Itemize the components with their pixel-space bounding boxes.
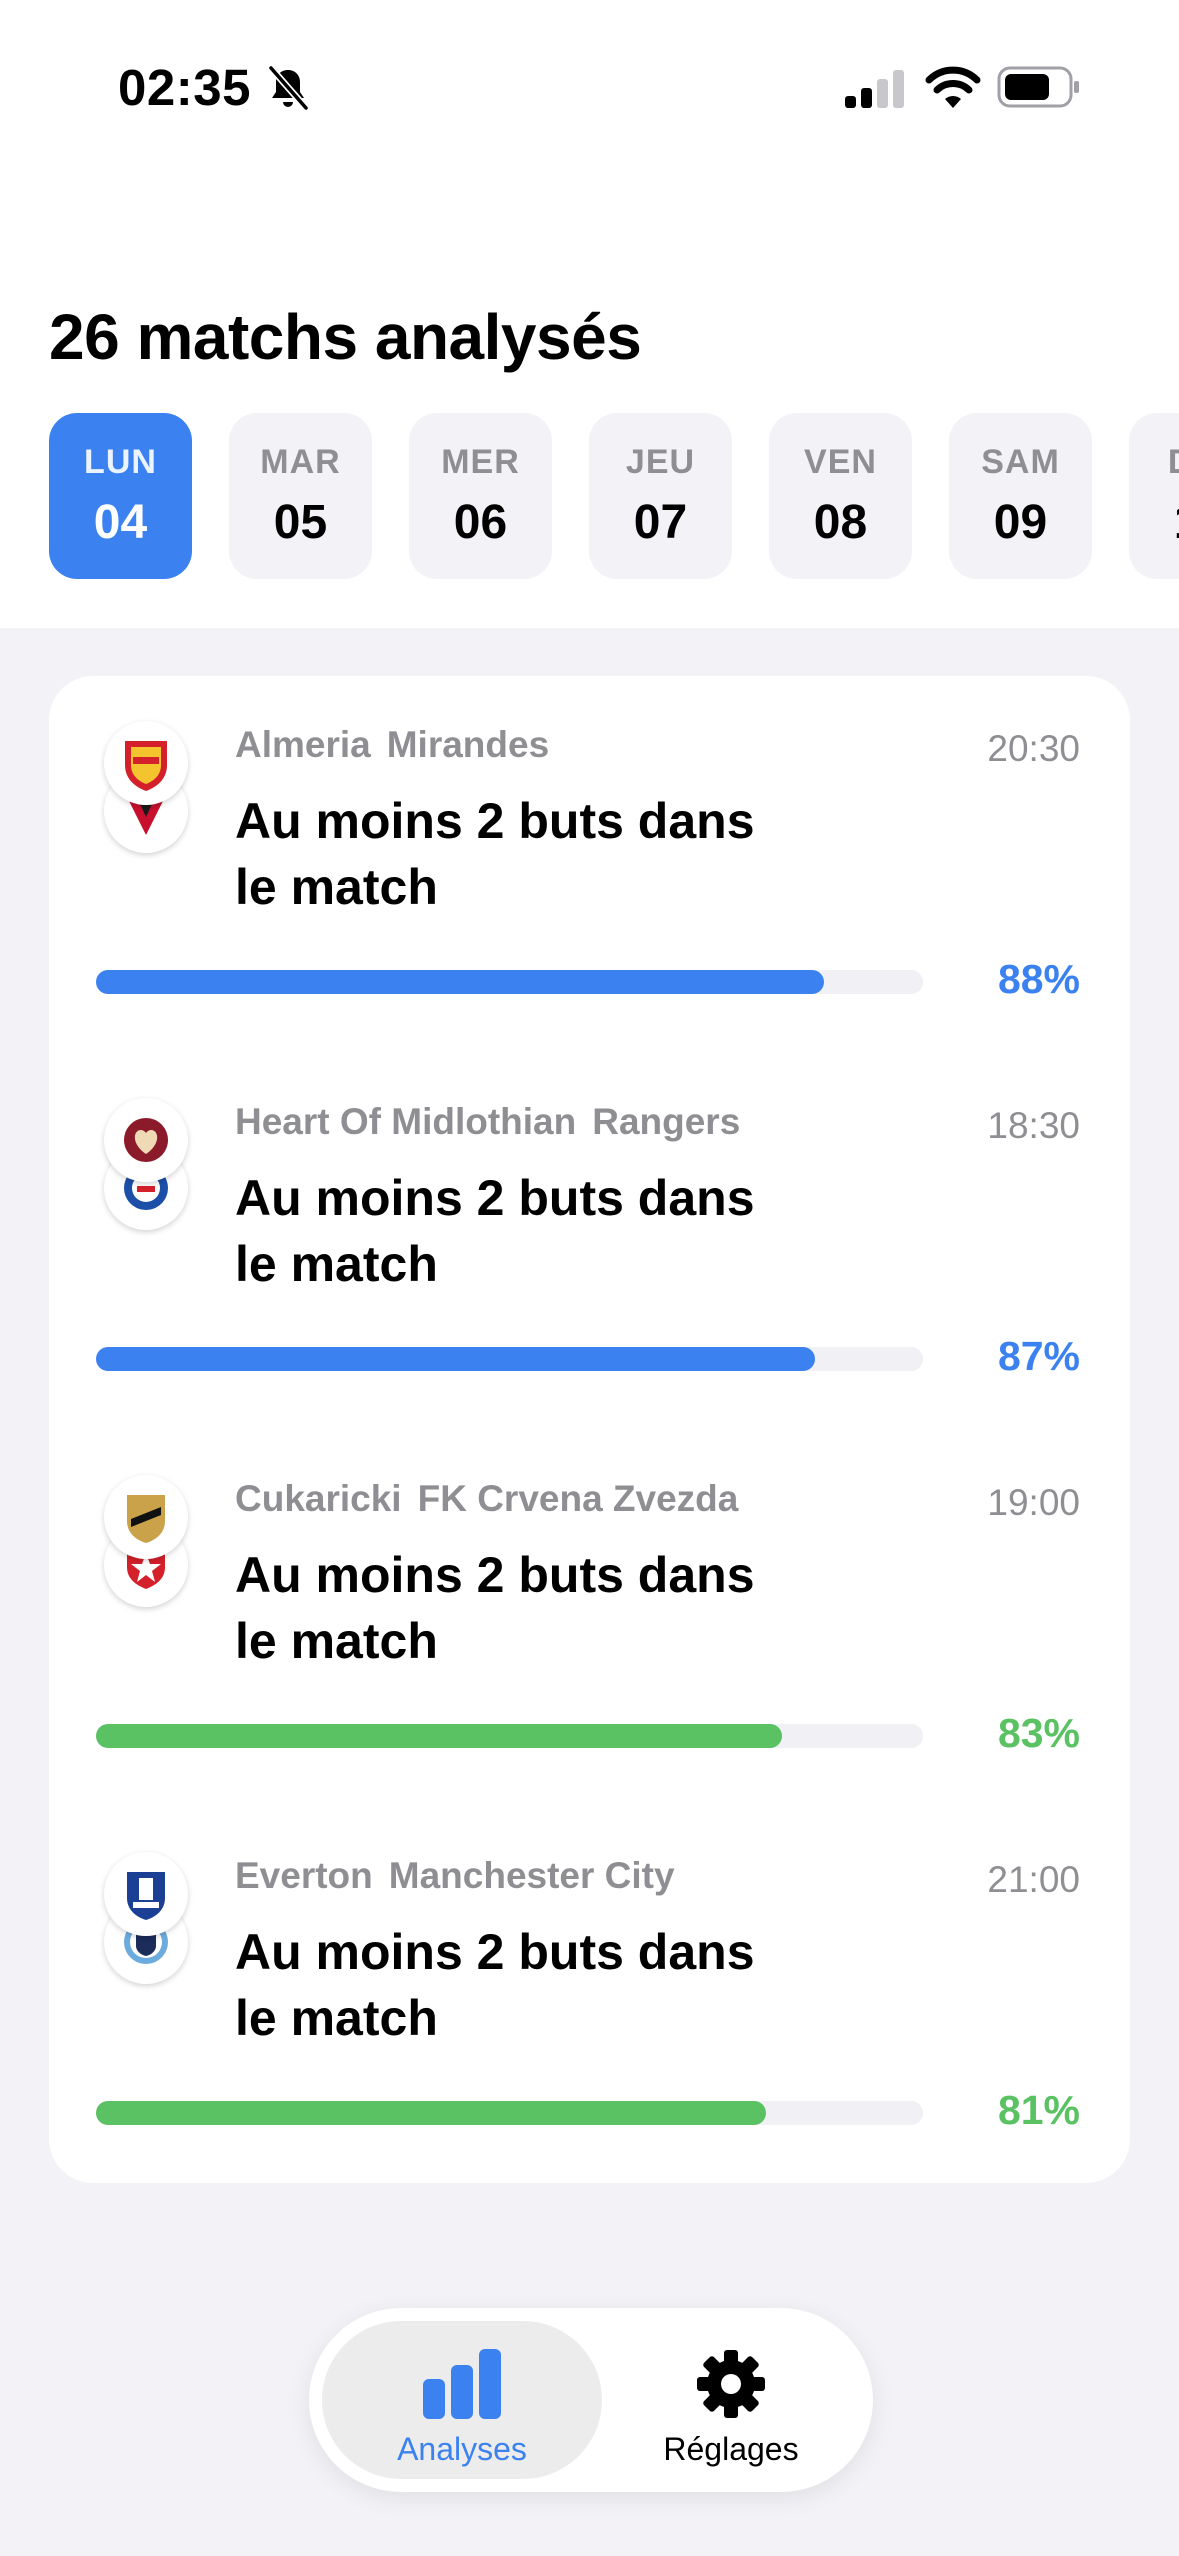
day-chip-tue[interactable]: MAR 05 (229, 413, 372, 579)
wifi-icon (925, 66, 981, 108)
day-chip-thu[interactable]: JEU 07 (589, 413, 732, 579)
day-label: LUN (84, 443, 157, 481)
tab-analyses[interactable]: Analyses (322, 2321, 602, 2479)
team-logo (104, 721, 188, 805)
day-chip-sun[interactable]: DIM 10 (1129, 413, 1179, 579)
day-selector: LUN 04 MAR 05 MER 06 JEU 07 VEN 08 SAM 0… (49, 413, 1179, 579)
team-logo (104, 1098, 188, 1182)
header-area: 02:35 26 matchs analysés LUN 04 MAR 05 M… (0, 0, 1179, 628)
match-row[interactable]: Cukaricki FK Crvena Zvezda 19:00 Au moins… (49, 1430, 1130, 1807)
day-label: MER (441, 443, 520, 481)
status-bar: 02:35 (0, 0, 1179, 175)
bell-slash-icon (268, 65, 309, 111)
confidence-bar (96, 2101, 923, 2125)
day-chip-sat[interactable]: SAM 09 (949, 413, 1092, 579)
tab-label: Réglages (663, 2431, 799, 2467)
confidence-fill (96, 1724, 783, 1748)
match-teams: Everton Manchester City (235, 1855, 675, 1897)
confidence-bar (96, 1347, 923, 1371)
match-row[interactable]: Heart Of Midlothian Rangers 18:30 Au moin… (49, 1053, 1130, 1430)
team-logo (104, 1475, 188, 1559)
confidence-bar (96, 970, 923, 994)
away-team: Rangers (592, 1101, 741, 1142)
home-team: Heart Of Midlothian (235, 1101, 577, 1142)
home-team: Everton (235, 1855, 373, 1896)
away-team: Mirandes (386, 724, 550, 765)
day-label: SAM (981, 443, 1060, 481)
confidence-fill (96, 970, 824, 994)
prediction-text: Au moins 2 buts dans le match (235, 1924, 755, 2046)
team-logos (104, 1852, 188, 1992)
match-teams: Almeria Mirandes (235, 724, 549, 766)
confidence-bar (96, 1724, 923, 1748)
day-number: 06 (453, 496, 508, 549)
day-chip-mon[interactable]: LUN 04 (49, 413, 192, 579)
kickoff-time: 19:00 (987, 1482, 1080, 1523)
confidence-percent: 83% (997, 1710, 1080, 1756)
team-logos (104, 1475, 188, 1615)
day-chip-fri[interactable]: VEN 08 (769, 413, 912, 579)
battery-icon (997, 66, 1079, 108)
kickoff-time: 18:30 (987, 1105, 1080, 1146)
prediction-text: Au moins 2 buts dans le match (235, 1547, 755, 1669)
day-number: 08 (813, 496, 868, 549)
confidence-fill (96, 1347, 816, 1371)
prediction-text: Au moins 2 buts dans le match (235, 1170, 755, 1292)
prediction-text: Au moins 2 buts dans le match (235, 793, 755, 915)
team-crest-icon (127, 1872, 165, 1920)
bar-chart-icon (423, 2349, 501, 2419)
matches-card: Almeria Mirandes 20:30 Au moins 2 buts da… (49, 676, 1130, 2183)
team-crest-icon (125, 741, 167, 791)
day-number: 10 (1129, 495, 1179, 550)
day-label: JEU (625, 443, 696, 481)
tab-label: Analyses (397, 2431, 527, 2467)
tab-settings[interactable]: Réglages (602, 2321, 860, 2479)
confidence-percent: 88% (997, 956, 1080, 1002)
team-logo (104, 1852, 188, 1936)
day-chip-wed[interactable]: MER 06 (409, 413, 552, 579)
team-crest-icon (127, 1495, 165, 1543)
kickoff-time: 20:30 (987, 728, 1080, 769)
kickoff-time: 21:00 (987, 1859, 1080, 1900)
match-row[interactable]: Almeria Mirandes 20:30 Au moins 2 buts da… (49, 676, 1130, 1053)
tab-bar: Analyses Réglages (309, 2308, 873, 2492)
day-number: 05 (273, 496, 328, 549)
away-team: FK Crvena Zvezda (417, 1478, 739, 1519)
day-number: 07 (633, 496, 688, 549)
gear-icon (697, 2350, 765, 2418)
home-team: Cukaricki (235, 1478, 402, 1519)
day-label: MAR (260, 443, 341, 481)
day-label: VEN (804, 443, 877, 481)
day-number: 04 (93, 496, 148, 549)
team-crest-icon (124, 1118, 168, 1162)
page-title: 26 matchs analysés (49, 301, 642, 373)
team-logos (104, 721, 188, 861)
confidence-percent: 81% (997, 2087, 1080, 2133)
status-time: 02:35 (118, 59, 251, 116)
match-teams: Cukaricki FK Crvena Zvezda (235, 1478, 738, 1520)
signal-icon (845, 70, 904, 108)
team-logos (104, 1098, 188, 1238)
match-teams: Heart Of Midlothian Rangers (235, 1101, 740, 1143)
away-team: Manchester City (388, 1855, 675, 1896)
day-number: 09 (993, 496, 1048, 549)
match-row[interactable]: Everton Manchester City 21:00 Au moins 2 … (49, 1807, 1130, 2184)
day-label: DIM (1129, 443, 1179, 482)
home-team: Almeria (235, 724, 371, 765)
confidence-fill (96, 2101, 766, 2125)
confidence-percent: 87% (997, 1333, 1080, 1379)
